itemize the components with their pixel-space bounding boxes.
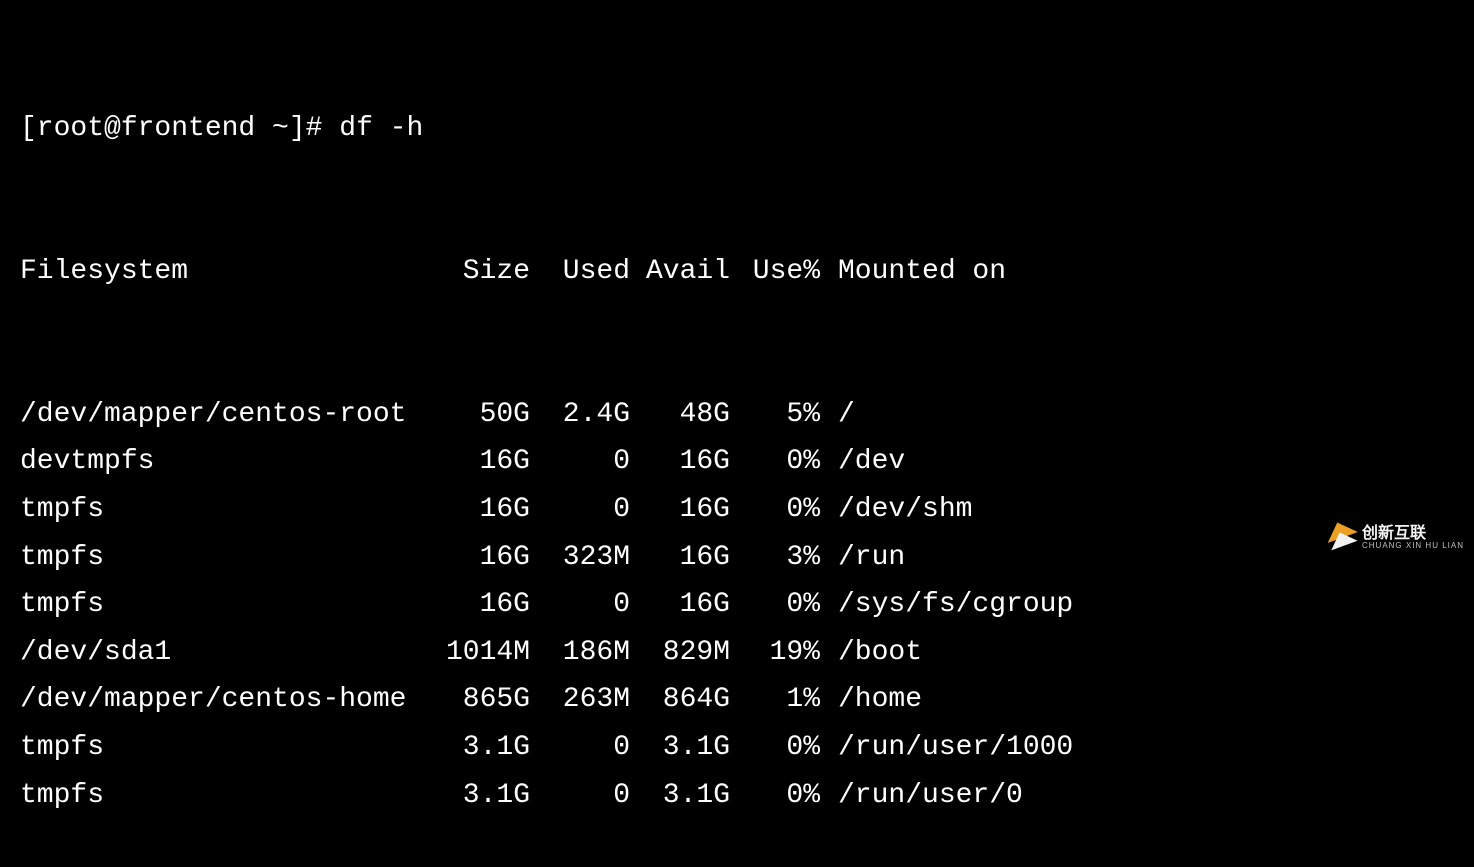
header-size: Size (430, 248, 530, 296)
cell-usepct: 0% (730, 724, 820, 772)
cell-used: 263M (530, 676, 630, 724)
cell-mount: /run/user/0 (820, 772, 1023, 820)
table-row: /dev/sda11014M186M829M19%/boot (20, 629, 1454, 677)
cell-usepct: 0% (730, 581, 820, 629)
header-filesystem: Filesystem (20, 248, 430, 296)
prompt-command: df -h (339, 105, 423, 153)
table-row: tmpfs3.1G03.1G0%/run/user/0 (20, 772, 1454, 820)
table-body: /dev/mapper/centos-root50G2.4G48G5%/devt… (20, 391, 1454, 819)
cell-used: 0 (530, 486, 630, 534)
header-avail: Avail (630, 248, 730, 296)
cell-filesystem: /dev/mapper/centos-root (20, 391, 430, 439)
table-row: /dev/mapper/centos-root50G2.4G48G5%/ (20, 391, 1454, 439)
cell-size: 50G (430, 391, 530, 439)
cell-size: 16G (430, 581, 530, 629)
cell-filesystem: tmpfs (20, 534, 430, 582)
watermark: 创新互联 CHUANG XIN HU LIAN (1324, 522, 1464, 554)
prompt-user-host: [root@frontend ~]# (20, 105, 322, 153)
table-row: /dev/mapper/centos-home865G263M864G1%/ho… (20, 676, 1454, 724)
prompt-line: [root@frontend ~]# df -h (20, 105, 1454, 153)
cell-size: 16G (430, 438, 530, 486)
cell-usepct: 3% (730, 534, 820, 582)
cell-filesystem: tmpfs (20, 581, 430, 629)
cell-usepct: 19% (730, 629, 820, 677)
cell-mount: /run (820, 534, 905, 582)
cell-filesystem: devtmpfs (20, 438, 430, 486)
watermark-text: 创新互联 CHUANG XIN HU LIAN (1362, 526, 1464, 550)
cell-size: 16G (430, 534, 530, 582)
cell-used: 0 (530, 438, 630, 486)
cell-used: 186M (530, 629, 630, 677)
cell-avail: 16G (630, 581, 730, 629)
cell-avail: 829M (630, 629, 730, 677)
cell-size: 16G (430, 486, 530, 534)
cell-avail: 48G (630, 391, 730, 439)
cell-mount: /boot (820, 629, 922, 677)
cell-usepct: 0% (730, 486, 820, 534)
cell-mount: / (820, 391, 855, 439)
cell-used: 0 (530, 581, 630, 629)
cell-mount: /dev (820, 438, 905, 486)
table-header-row: Filesystem Size Used Avail Use% Mounted … (20, 248, 1454, 296)
cell-mount: /run/user/1000 (820, 724, 1073, 772)
cell-mount: /sys/fs/cgroup (820, 581, 1073, 629)
cell-filesystem: tmpfs (20, 486, 430, 534)
cell-filesystem: tmpfs (20, 772, 430, 820)
watermark-logo-icon (1324, 522, 1356, 554)
cell-filesystem: tmpfs (20, 724, 430, 772)
cell-usepct: 1% (730, 676, 820, 724)
watermark-en: CHUANG XIN HU LIAN (1362, 542, 1464, 550)
table-row: tmpfs16G323M16G3%/run (20, 534, 1454, 582)
cell-mount: /dev/shm (820, 486, 972, 534)
cell-avail: 16G (630, 438, 730, 486)
cell-size: 865G (430, 676, 530, 724)
table-row: devtmpfs16G016G0%/dev (20, 438, 1454, 486)
cell-size: 3.1G (430, 772, 530, 820)
cell-mount: /home (820, 676, 922, 724)
cell-usepct: 0% (730, 438, 820, 486)
cell-usepct: 5% (730, 391, 820, 439)
cell-avail: 3.1G (630, 724, 730, 772)
cell-used: 0 (530, 724, 630, 772)
header-mount: Mounted on (820, 248, 1006, 296)
cell-avail: 16G (630, 534, 730, 582)
cell-size: 1014M (430, 629, 530, 677)
header-used: Used (530, 248, 630, 296)
cell-avail: 864G (630, 676, 730, 724)
cell-avail: 3.1G (630, 772, 730, 820)
watermark-cn: 创新互联 (1362, 526, 1464, 542)
table-row: tmpfs16G016G0%/dev/shm (20, 486, 1454, 534)
table-row: tmpfs3.1G03.1G0%/run/user/1000 (20, 724, 1454, 772)
table-row: tmpfs16G016G0%/sys/fs/cgroup (20, 581, 1454, 629)
cell-size: 3.1G (430, 724, 530, 772)
cell-filesystem: /dev/sda1 (20, 629, 430, 677)
header-usepct: Use% (730, 248, 820, 296)
cell-usepct: 0% (730, 772, 820, 820)
cell-used: 0 (530, 772, 630, 820)
terminal-output[interactable]: [root@frontend ~]# df -h Filesystem Size… (20, 10, 1454, 867)
cell-used: 2.4G (530, 391, 630, 439)
cell-filesystem: /dev/mapper/centos-home (20, 676, 430, 724)
cell-used: 323M (530, 534, 630, 582)
cell-avail: 16G (630, 486, 730, 534)
